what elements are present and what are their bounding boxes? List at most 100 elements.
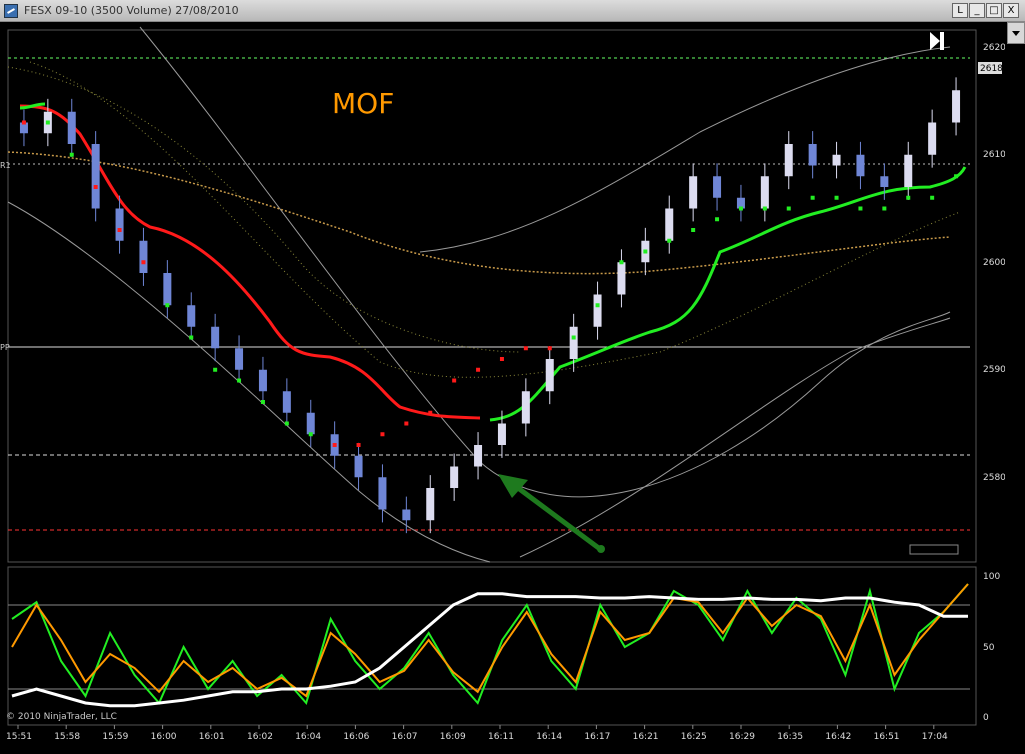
sar-dot: [189, 335, 194, 340]
sar-dot: [738, 206, 743, 211]
candle-body: [211, 326, 220, 349]
time-tick-label: 16:11: [488, 732, 514, 742]
candle-body: [808, 144, 817, 166]
maximize-button[interactable]: □: [986, 3, 1002, 18]
candle-body: [593, 294, 602, 327]
sar-dot: [667, 238, 672, 243]
sar-dot: [260, 400, 265, 404]
sar-dot: [762, 206, 767, 211]
sar-dot: [571, 335, 576, 340]
minimize-button[interactable]: _: [969, 3, 985, 18]
sar-dot: [356, 443, 361, 447]
candle-body: [689, 176, 698, 209]
window-titlebar: FESX 09-10 (3500 Volume) 27/08/2010 L _ …: [0, 0, 1025, 22]
time-tick-label: 16:29: [729, 732, 755, 742]
candle-body: [426, 488, 435, 521]
time-tick-label: 16:01: [199, 732, 225, 742]
candle-body: [306, 412, 315, 435]
candle-body: [617, 262, 626, 295]
candle-body: [282, 391, 291, 413]
sar-dot: [332, 443, 337, 447]
sar-dot: [906, 195, 911, 200]
candle-body: [521, 391, 530, 424]
candle-body: [187, 305, 196, 327]
time-tick-label: 16:07: [392, 732, 418, 742]
sar-dot: [691, 228, 696, 232]
time-tick-label: 16:51: [874, 732, 900, 742]
sar-dot: [619, 260, 624, 265]
sar-dot: [93, 185, 98, 189]
time-tick-label: 16:17: [584, 732, 610, 742]
candle-body: [569, 326, 578, 359]
osc-tick-100: 100: [983, 572, 1000, 582]
sar-dot: [117, 228, 122, 232]
price-tick-2600: 2600: [983, 258, 1005, 268]
sar-dot: [954, 174, 959, 179]
chart-frame: 2620 2610 2600 2590 2580 2618 R1 PP 100 …: [0, 22, 1006, 750]
time-tick-label: 16:21: [633, 732, 659, 742]
time-tick-label: 16:42: [825, 732, 851, 742]
sar-dot: [858, 206, 863, 211]
candle-body: [952, 90, 961, 123]
time-tick-label: 16:14: [536, 732, 562, 742]
time-tick-label: 15:51: [6, 732, 32, 742]
chart-app-icon: [4, 4, 18, 18]
price-tick-2620: 2620: [983, 43, 1005, 53]
time-tick-label: 16:02: [247, 732, 273, 742]
candle-body: [497, 423, 506, 445]
osc-tick-0: 0: [983, 713, 989, 723]
chart-menu-dropdown[interactable]: [1007, 22, 1025, 44]
sar-dot: [643, 249, 648, 254]
sar-dot: [284, 421, 289, 426]
time-tick-label: 15:58: [54, 732, 80, 742]
candle-body: [235, 348, 244, 370]
sar-dot: [21, 120, 26, 125]
sar-dot: [547, 346, 552, 351]
sar-dot: [404, 421, 409, 426]
time-tick-label: 17:04: [922, 732, 948, 742]
price-tick-2580: 2580: [983, 473, 1005, 483]
sar-dot: [165, 303, 170, 308]
level-label-pp: PP: [0, 343, 10, 352]
link-button[interactable]: L: [952, 3, 968, 18]
copyright-text: © 2010 NinjaTrader, LLC: [6, 712, 117, 722]
candle-body: [760, 176, 769, 209]
sar-dot: [595, 303, 600, 308]
candle-body: [115, 208, 124, 241]
candle-body: [450, 466, 459, 488]
candle-body: [139, 240, 148, 273]
sar-dot: [308, 432, 313, 437]
close-button[interactable]: X: [1003, 3, 1019, 18]
candle-body: [880, 176, 889, 187]
candle-body: [378, 477, 387, 510]
candle-body: [258, 369, 267, 392]
sar-dot: [882, 206, 887, 211]
sar-dot: [237, 378, 242, 383]
price-tick-2610: 2610: [983, 150, 1005, 160]
candle-body: [354, 455, 363, 478]
time-tick-label: 16:04: [295, 732, 321, 742]
sar-dot: [380, 432, 385, 437]
mof-annotation: MOF: [332, 87, 394, 120]
sar-dot: [141, 260, 146, 265]
time-tick-label: 15:59: [102, 732, 128, 742]
osc-tick-50: 50: [983, 643, 995, 653]
price-tick-2590: 2590: [983, 365, 1005, 375]
candle-body: [904, 154, 913, 187]
time-tick-label: 16:09: [440, 732, 466, 742]
candle-body: [91, 144, 100, 209]
sar-dot: [452, 378, 457, 383]
sar-dot: [213, 367, 218, 372]
time-tick-label: 16:25: [681, 732, 707, 742]
sar-dot: [45, 120, 50, 125]
sar-dot: [69, 152, 74, 157]
time-tick-label: 16:00: [151, 732, 177, 742]
sar-dot: [930, 195, 935, 200]
candle-body: [928, 122, 937, 155]
candle-body: [713, 176, 722, 198]
candle-body: [856, 154, 865, 177]
candle-body: [163, 273, 172, 306]
candle-body: [402, 509, 411, 521]
chart-canvas[interactable]: 2620 2610 2600 2590 2580 2618 R1 PP 100 …: [0, 22, 1006, 750]
sar-dot: [834, 195, 839, 200]
